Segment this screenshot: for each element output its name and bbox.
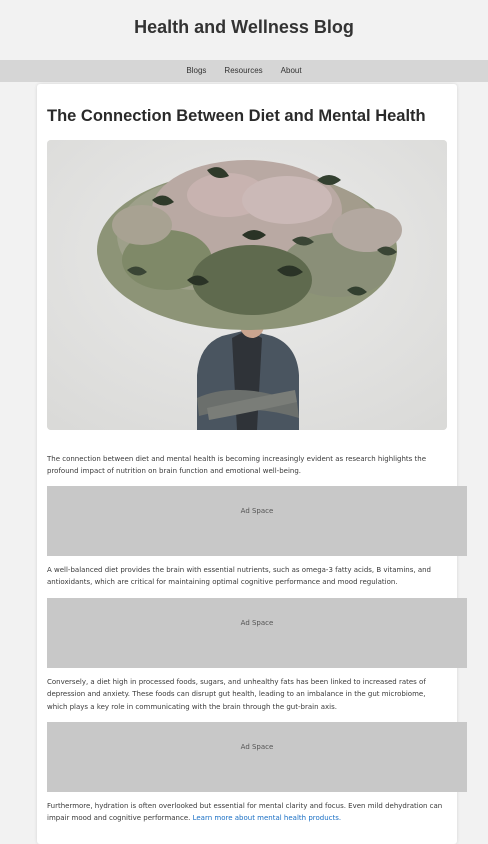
- ad-space-2[interactable]: Ad Space: [47, 598, 467, 668]
- ad-space-label: Ad Space: [240, 743, 274, 751]
- paragraph-2: A well-balanced diet provides the brain …: [47, 566, 431, 587]
- site-header: Health and Wellness Blog: [0, 0, 488, 55]
- nav-link-resources[interactable]: Resources: [224, 60, 262, 82]
- article-title: The Connection Between Diet and Mental H…: [47, 107, 426, 125]
- ad-space-label: Ad Space: [240, 507, 274, 515]
- nav-link-about[interactable]: About: [281, 60, 302, 82]
- mental-health-products-link[interactable]: Learn more about mental health products.: [193, 814, 342, 822]
- ad-space-label: Ad Space: [240, 619, 274, 627]
- paragraph-1: The connection between diet and mental h…: [47, 455, 426, 476]
- nav-link-blogs[interactable]: Blogs: [186, 60, 206, 82]
- paragraph-3: Conversely, a diet high in processed foo…: [47, 678, 426, 711]
- ad-space-3[interactable]: Ad Space: [47, 722, 467, 792]
- article-card: The Connection Between Diet and Mental H…: [37, 84, 467, 844]
- ad-space-1[interactable]: Ad Space: [47, 486, 467, 556]
- site-title: Health and Wellness Blog: [134, 17, 354, 37]
- paragraph-4: Furthermore, hydration is often overlook…: [47, 800, 447, 825]
- main-nav: Blogs Resources About: [0, 60, 488, 82]
- hero-image: [47, 140, 447, 430]
- nav-links: Blogs Resources About: [0, 60, 488, 82]
- hero-photo-illustration: [47, 140, 447, 430]
